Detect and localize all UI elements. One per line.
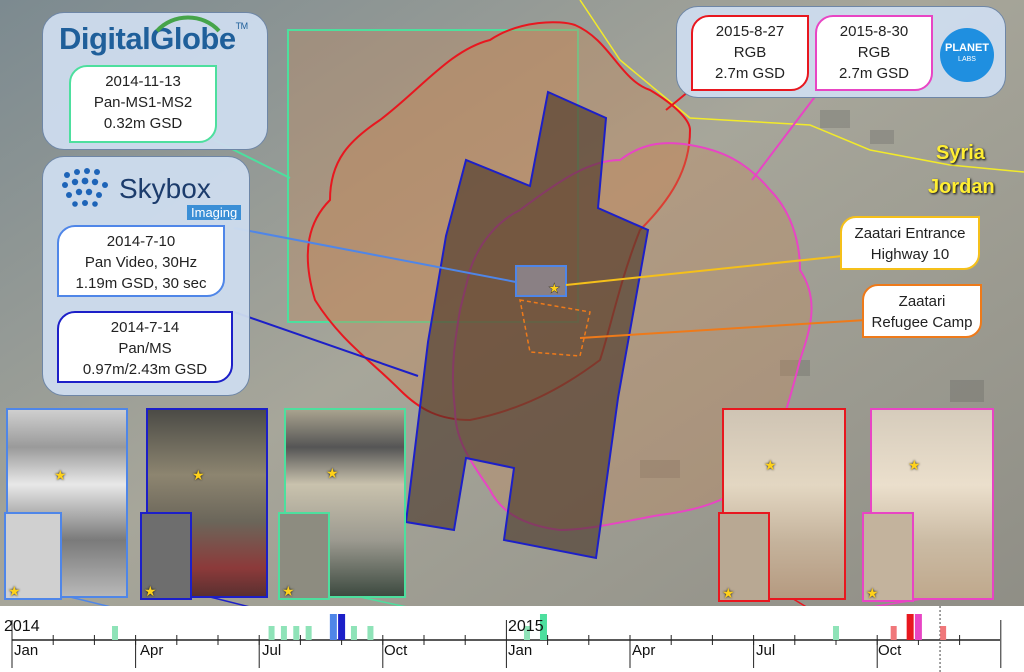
acquisition-marker [338, 614, 346, 640]
acq-gsd: 2.7m GSD [714, 65, 786, 82]
skybox-acquisition-2: 2014-7-14 Pan/MS 0.97m/2.43m GSD [57, 311, 233, 383]
acquisition-marker [833, 626, 839, 640]
acq-date: 2015-8-27 [715, 23, 785, 40]
star-icon: ★ [722, 585, 735, 601]
month-label: Jul [262, 642, 282, 659]
month-label: Jan [14, 642, 39, 659]
star-icon: ★ [8, 583, 21, 599]
month-label: Apr [632, 642, 656, 659]
acquisition-marker [906, 614, 914, 640]
month-label: Oct [878, 642, 902, 659]
acquisition-marker [940, 626, 947, 640]
month-label: Oct [384, 642, 408, 659]
acq-date: 2014-7-14 [110, 319, 180, 336]
acquisition-marker [280, 626, 287, 640]
acq-bands: RGB [857, 44, 891, 61]
digitalglobe-panel: DigitalGlobeTM 2014-11-13 Pan-MS1-MS2 0.… [42, 12, 268, 150]
star-icon: ★ [326, 465, 339, 481]
inset-skybox-video: ★ [4, 512, 62, 600]
acq-gsd: 0.97m/2.43m GSD [82, 361, 208, 378]
acquisition-marker [305, 626, 312, 640]
acq-date: 2014-7-10 [106, 233, 176, 250]
acq-gsd: 2.7m GSD [838, 65, 910, 82]
entrance-star-icon: ★ [548, 280, 561, 296]
timeline: 2014 2015 Jan Apr Jul Oct Jan Apr Jul Oc… [0, 606, 1024, 672]
syria-label: Syria [936, 142, 985, 164]
skybox-logo-sub: Imaging [187, 205, 242, 220]
jordan-label: Jordan [928, 176, 995, 198]
zaatari-entrance-label: Zaatari Entrance Highway 10 [840, 216, 980, 270]
month-label: Jul [756, 642, 776, 659]
month-label: Jan [508, 642, 533, 659]
timeline-axis [11, 606, 1002, 672]
acquisition-marker [268, 626, 275, 640]
star-icon: ★ [908, 457, 921, 473]
acquisition-marker [293, 626, 300, 640]
acquisition-marker [329, 614, 337, 640]
skybox-acquisition-1: 2014-7-10 Pan Video, 30Hz 1.19m GSD, 30 … [57, 225, 225, 297]
acq-bands: Pan/MS [118, 340, 172, 357]
year-label-2015: 2015 [508, 618, 544, 635]
zaatari-camp-label: Zaatari Refugee Camp [862, 284, 982, 338]
acquisition-marker [914, 614, 922, 640]
skybox-globe-icon [62, 168, 108, 207]
planet-labs-logo: PLANET LABS [940, 28, 994, 82]
planet-acquisition-2: 2015-8-30 RGB 2.7m GSD [815, 15, 933, 91]
planet-acquisition-1: 2015-8-27 RGB 2.7m GSD [691, 15, 809, 91]
acquisition-marker [350, 626, 357, 640]
inset-digitalglobe: ★ [278, 512, 330, 600]
star-icon: ★ [764, 457, 777, 473]
digitalglobe-acquisition: 2014-11-13 Pan-MS1-MS2 0.32m GSD [69, 65, 217, 143]
star-icon: ★ [282, 583, 295, 599]
skybox-logo-text: Skybox [119, 173, 211, 204]
star-icon: ★ [192, 467, 205, 483]
year-label-2014: 2014 [4, 618, 40, 635]
skybox-panel: Skybox Imaging 2014-7-10 Pan Video, 30Hz… [42, 156, 250, 396]
month-label: Apr [140, 642, 164, 659]
star-icon: ★ [54, 467, 67, 483]
star-icon: ★ [866, 585, 879, 601]
acq-gsd: 1.19m GSD, 30 sec [75, 275, 207, 292]
digitalglobe-swoosh-icon [155, 15, 221, 33]
star-icon: ★ [144, 583, 157, 599]
acq-bands: Pan-MS1-MS2 [93, 94, 193, 111]
acquisition-marker [890, 626, 897, 640]
acq-bands: Pan Video, 30Hz [84, 254, 198, 271]
acq-gsd: 0.32m GSD [103, 115, 183, 132]
acquisition-marker [367, 626, 374, 640]
inset-skybox-panms: ★ [140, 512, 192, 600]
inset-planet-0830: ★ [862, 512, 914, 602]
acq-date: 2015-8-30 [839, 23, 909, 40]
inset-planet-0827: ★ [718, 512, 770, 602]
acquisition-marker [112, 626, 118, 640]
acq-date: 2014-11-13 [105, 73, 181, 90]
acq-bands: RGB [733, 44, 767, 61]
figure: ★ DigitalGlobeTM 2014-11-13 Pan-MS1-MS2 … [0, 0, 1024, 672]
